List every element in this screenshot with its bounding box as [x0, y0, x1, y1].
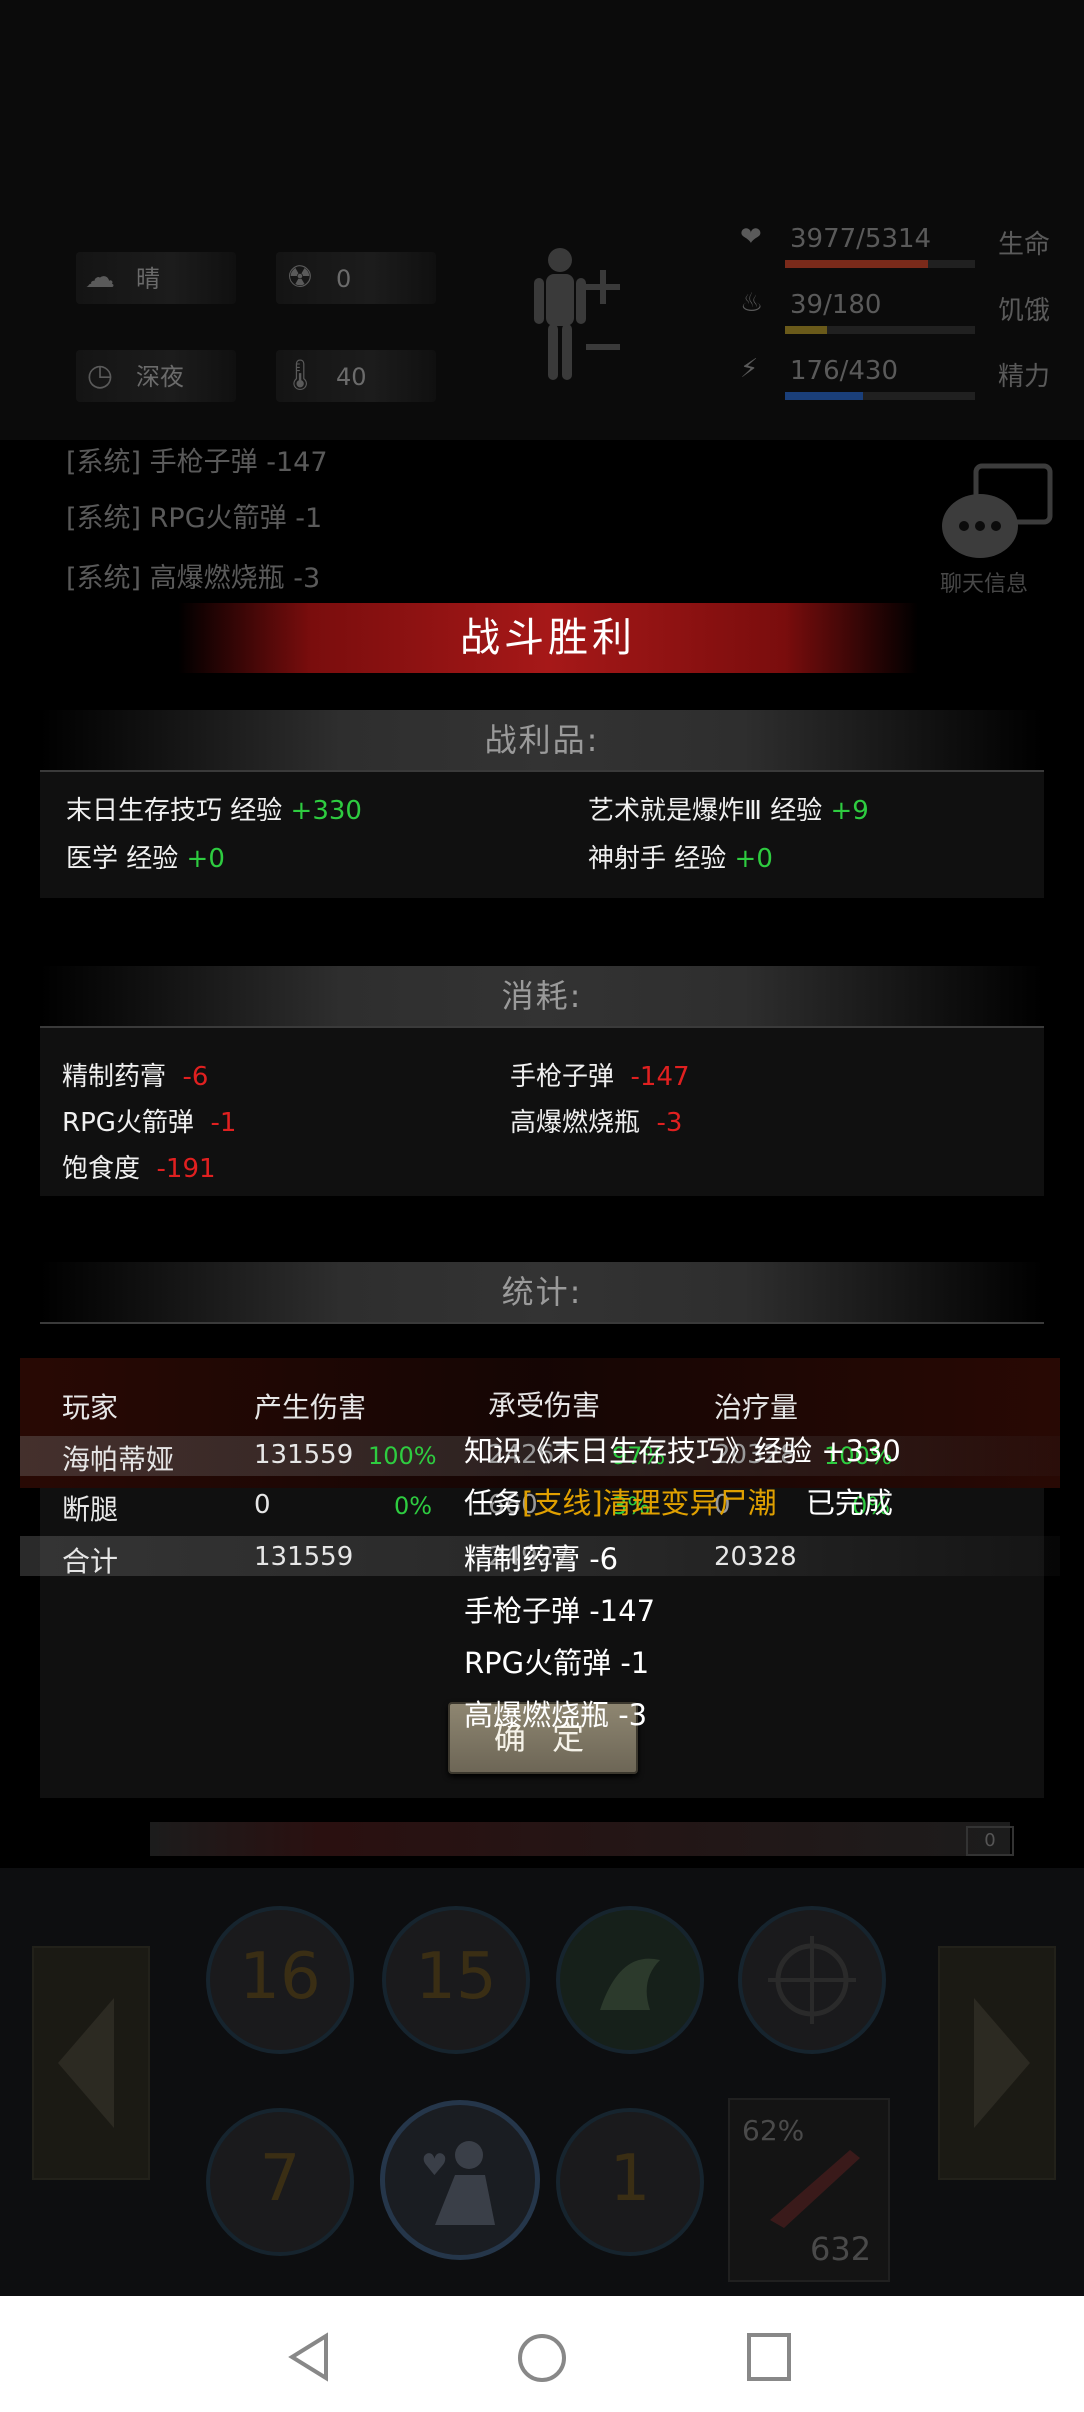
- stats-col-taken: 承受伤害: [488, 1389, 601, 1422]
- prev-page-button[interactable]: [32, 1946, 150, 2180]
- stomach-icon: ♨: [740, 288, 764, 318]
- skill-slot-1[interactable]: 16: [206, 1906, 354, 2054]
- skill-bar-bg: [0, 1868, 1084, 2296]
- loot-item: 末日生存技巧 经验 +330: [66, 796, 362, 826]
- battle-title: 战斗胜利: [460, 615, 636, 661]
- stats-dealt-pct: 100%: [368, 1442, 437, 1470]
- skill-slot-2[interactable]: 15: [382, 1906, 530, 2054]
- arrow-left-icon: [58, 1998, 114, 2128]
- health-stat: ❤ 3977/5314 生命: [740, 222, 1060, 268]
- radiation-icon: ☢: [286, 260, 314, 295]
- time-chip: ◷ 深夜: [76, 350, 236, 402]
- chat-button[interactable]: 聊天信息: [940, 462, 1060, 597]
- next-page-button[interactable]: [938, 1946, 1056, 2180]
- consume-header: 消耗:: [40, 966, 1044, 1028]
- energy-bar: [785, 392, 975, 400]
- stats-player: 断腿: [62, 1493, 119, 1526]
- notification-quest-status: 已完成: [806, 1486, 894, 1520]
- clock-icon: ◷: [86, 358, 114, 393]
- bird-icon: [600, 1958, 660, 2010]
- lightning-icon: ⚡: [740, 354, 759, 384]
- skill-slot-heal[interactable]: ♥: [380, 2100, 540, 2260]
- log-line: [系统] RPG火箭弹 -1: [66, 503, 323, 534]
- hunger-stat: ♨ 39/180 饥饿: [740, 288, 1060, 334]
- notification-item: 手枪子弹 -147: [464, 1594, 656, 1628]
- radiation-chip: ☢ 0: [276, 252, 436, 304]
- stats-player: 海帕蒂娅: [62, 1443, 175, 1476]
- skill-slot-4[interactable]: [738, 1906, 886, 2054]
- notification-knowledge: 知识《末日生存技巧》经验 +330: [464, 1434, 901, 1468]
- svg-text:♥: ♥: [421, 2148, 448, 2183]
- stats-player: 合计: [62, 1545, 119, 1578]
- stats-header: 统计:: [40, 1262, 1044, 1324]
- back-icon[interactable]: [284, 2330, 334, 2384]
- stats-dealt: 0: [254, 1490, 271, 1520]
- rifle-icon: [770, 2150, 860, 2228]
- stats-col-heal: 治疗量: [714, 1391, 799, 1424]
- loot-header: 战利品:: [40, 710, 1044, 772]
- loot-item: 医学 经验 +0: [66, 844, 225, 874]
- home-icon[interactable]: [514, 2330, 570, 2386]
- temperature-chip: 🌡 40: [276, 350, 436, 402]
- skill-slot-5[interactable]: 7: [206, 2108, 354, 2256]
- notification-quest-label: 任务: [464, 1486, 523, 1520]
- weapon-slot[interactable]: 62% 632: [728, 2098, 890, 2282]
- skill-slot-7[interactable]: 1: [556, 2108, 704, 2256]
- energy-stat: ⚡ 176/430 精力: [740, 354, 1060, 400]
- recents-icon[interactable]: [744, 2330, 794, 2384]
- body-status-figure[interactable]: [520, 240, 630, 390]
- stats-dealt: 131559: [254, 1542, 354, 1572]
- battle-victory-banner: 战斗胜利: [178, 603, 918, 673]
- exp-bar: [150, 1822, 1010, 1856]
- weather-cloud-icon: ☁: [85, 260, 115, 295]
- loot-item: 艺术就是爆炸Ⅲ 经验 +9: [588, 796, 869, 826]
- notification-item: RPG火箭弹 -1: [464, 1646, 650, 1680]
- log-line: [系统] 高爆燃烧瓶 -3: [66, 563, 321, 594]
- consume-item: 精制药膏 -6: [62, 1062, 209, 1092]
- crosshair-icon: [768, 1936, 856, 2024]
- stats-dealt: 131559: [254, 1440, 354, 1470]
- hunger-bar: [785, 326, 975, 334]
- skill-slot-3[interactable]: [556, 1906, 704, 2054]
- heal-figure-icon: ♥: [421, 2141, 495, 2225]
- heart-icon: ❤: [740, 222, 762, 252]
- health-bar: [785, 260, 975, 268]
- notification-quest-name: [支线]清理变异尸潮: [522, 1486, 777, 1520]
- weather-chip: ☁ 晴: [76, 252, 236, 304]
- stats-dealt-pct: 0%: [394, 1492, 433, 1520]
- consume-item: 手枪子弹 -147: [510, 1062, 690, 1092]
- loot-item: 神射手 经验 +0: [588, 844, 773, 874]
- system-nav-bar: [0, 2296, 1084, 2412]
- chat-bubble-icon: [942, 463, 1053, 558]
- notification-item: 高爆燃烧瓶 -3: [464, 1698, 648, 1732]
- notification-item: 精制药膏 -6: [464, 1542, 619, 1576]
- consume-item: 饱食度 -191: [62, 1154, 216, 1184]
- stats-col-dealt: 产生伤害: [254, 1391, 367, 1424]
- consume-item: 高爆燃烧瓶 -3: [510, 1108, 683, 1138]
- arrow-right-icon: [974, 1998, 1030, 2128]
- stats-col-player: 玩家: [62, 1391, 119, 1424]
- exp-counter: 0: [966, 1826, 1014, 1856]
- consume-item: RPG火箭弹 -1: [62, 1108, 237, 1138]
- thermometer-icon: 🌡: [280, 358, 320, 393]
- stats-heal: 20328: [714, 1542, 797, 1572]
- log-line: [系统] 手枪子弹 -147: [66, 447, 328, 478]
